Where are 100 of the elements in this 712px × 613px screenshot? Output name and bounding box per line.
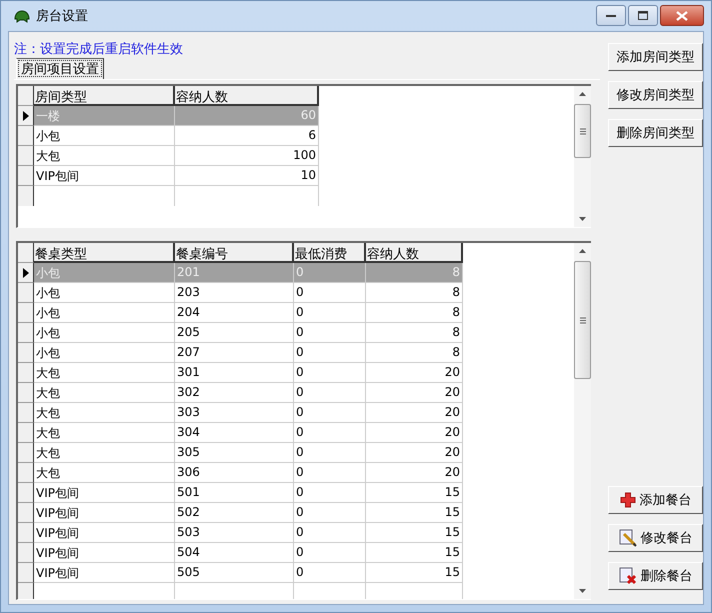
- table-cell: 0: [294, 303, 366, 323]
- table-row[interactable]: 小包 6: [18, 126, 574, 146]
- delete-paper-icon: [618, 567, 636, 585]
- table-cell: 20: [366, 363, 463, 383]
- table-cell: 6: [175, 126, 319, 146]
- table-cell: 15: [366, 523, 463, 543]
- table-cell: 0: [294, 283, 366, 303]
- row-header: [18, 583, 34, 599]
- command-button[interactable]: 删除餐台: [608, 562, 703, 590]
- table-cell: 503: [175, 523, 294, 543]
- table-row[interactable]: 大包 100: [18, 146, 574, 166]
- table-row[interactable]: VIP包间 505 0 15: [18, 563, 574, 583]
- scroll-up-icon[interactable]: [579, 249, 586, 253]
- table-cell: 0: [294, 543, 366, 563]
- table-cell: 8: [366, 303, 463, 323]
- scroll-down-icon[interactable]: [579, 589, 586, 593]
- table-cell: 8: [366, 323, 463, 343]
- close-icon: [676, 10, 688, 20]
- column-header[interactable]: 房间类型: [34, 86, 175, 106]
- minimize-icon: [606, 14, 616, 18]
- table-cell: VIP包间: [34, 543, 175, 563]
- close-button[interactable]: [660, 5, 704, 26]
- table-cell: 大包: [34, 363, 175, 383]
- table-cell: 0: [294, 343, 366, 363]
- maximize-button[interactable]: [628, 5, 658, 26]
- table-cell: 0: [294, 423, 366, 443]
- command-button[interactable]: 删除房间类型: [608, 119, 703, 147]
- row-pointer-icon: [22, 268, 28, 278]
- column-header[interactable]: 餐桌类型: [34, 243, 175, 263]
- table-cell: 304: [175, 423, 294, 443]
- table-cell: 0: [294, 463, 366, 483]
- table-cell: 0: [294, 503, 366, 523]
- table-cell: 301: [175, 363, 294, 383]
- table-cell: 201: [175, 263, 294, 283]
- command-button[interactable]: 修改餐台: [608, 524, 703, 552]
- scrollbar[interactable]: [574, 86, 591, 227]
- scroll-down-icon[interactable]: [579, 217, 586, 221]
- column-header[interactable]: 最低消费: [294, 243, 366, 263]
- table-row[interactable]: 大包 302 0 20: [18, 383, 574, 403]
- plus-icon: [620, 492, 636, 508]
- table-cell: 0: [294, 523, 366, 543]
- table-cell: 0: [294, 363, 366, 383]
- table-cell: 15: [366, 483, 463, 503]
- table-cell: 505: [175, 563, 294, 583]
- row-header: [18, 186, 34, 206]
- table-row[interactable]: VIP包间 501 0 15: [18, 483, 574, 503]
- table-cell: 小包: [34, 263, 175, 283]
- row-header: [18, 503, 34, 523]
- scroll-thumb[interactable]: [574, 104, 591, 158]
- row-header: [18, 563, 34, 583]
- table-row[interactable]: 大包 306 0 20: [18, 463, 574, 483]
- row-header: [18, 363, 34, 383]
- table-row[interactable]: 小包 203 0 8: [18, 283, 574, 303]
- table-row[interactable]: VIP包间 10: [18, 166, 574, 186]
- column-header[interactable]: 餐桌编号: [175, 243, 294, 263]
- table-row[interactable]: VIP包间 503 0 15: [18, 523, 574, 543]
- table-cell: VIP包间: [34, 563, 175, 583]
- column-header[interactable]: 容纳人数: [366, 243, 463, 263]
- table-cell: 0: [294, 483, 366, 503]
- table-row[interactable]: VIP包间 502 0 15: [18, 503, 574, 523]
- minimize-button[interactable]: [596, 5, 626, 26]
- command-button[interactable]: 添加餐台: [608, 486, 703, 514]
- row-header: [18, 343, 34, 363]
- table-cell: 大包: [34, 423, 175, 443]
- table-cell: 大包: [34, 463, 175, 483]
- table-cell: 204: [175, 303, 294, 323]
- row-header: [18, 523, 34, 543]
- row-header: [18, 126, 34, 146]
- table-row[interactable]: VIP包间 504 0 15: [18, 543, 574, 563]
- row-header: [18, 383, 34, 403]
- table-row[interactable]: 大包 304 0 20: [18, 423, 574, 443]
- table-cell: 60: [175, 106, 319, 126]
- table-row[interactable]: 大包 301 0 20: [18, 363, 574, 383]
- table-cell: 15: [366, 543, 463, 563]
- table-row[interactable]: 大包 305 0 20: [18, 443, 574, 463]
- table-cell: 20: [366, 403, 463, 423]
- table-cell: 大包: [34, 383, 175, 403]
- table-cell: 502: [175, 503, 294, 523]
- window-title: 房台设置: [36, 8, 88, 25]
- row-header: [18, 483, 34, 503]
- scrollbar[interactable]: [574, 243, 591, 599]
- row-header: [18, 323, 34, 343]
- scroll-thumb[interactable]: [574, 261, 591, 379]
- table-row[interactable]: 小包 207 0 8: [18, 343, 574, 363]
- column-header[interactable]: 容纳人数: [175, 86, 319, 106]
- row-header: [18, 423, 34, 443]
- table-cell: 305: [175, 443, 294, 463]
- command-button[interactable]: 添加房间类型: [608, 43, 703, 71]
- table-cell: 15: [366, 563, 463, 583]
- table-row[interactable]: 小包 205 0 8: [18, 323, 574, 343]
- command-button[interactable]: 修改房间类型: [608, 81, 703, 109]
- table-cell: 大包: [34, 403, 175, 423]
- scroll-up-icon[interactable]: [579, 92, 586, 96]
- table-cell: 20: [366, 463, 463, 483]
- table-row[interactable]: 小包 204 0 8: [18, 303, 574, 323]
- tab[interactable]: 房间项目设置: [16, 58, 104, 79]
- table-cell: 504: [175, 543, 294, 563]
- table-cell: 8: [366, 263, 463, 283]
- table-cell: 小包: [34, 126, 175, 146]
- table-row[interactable]: 大包 303 0 20: [18, 403, 574, 423]
